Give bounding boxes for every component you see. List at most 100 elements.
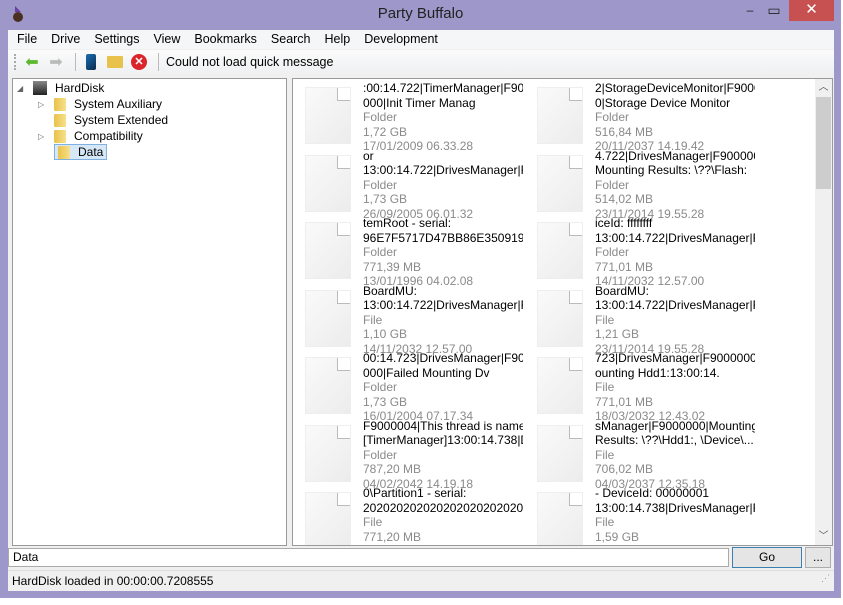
- item-name2: ounting Hdd1:13:00:14.: [595, 365, 720, 380]
- close-button[interactable]: ✕: [789, 0, 834, 21]
- tree-node-system-auxiliary[interactable]: ▷ System Auxiliary: [38, 96, 162, 112]
- menu-settings[interactable]: Settings: [87, 30, 146, 49]
- scroll-down-icon[interactable]: ﹀: [815, 528, 832, 545]
- menu-help[interactable]: Help: [318, 30, 358, 49]
- list-item[interactable]: :00:14.722|TimerManager|F9000 000|Init Ti…: [305, 81, 537, 153]
- item-name1: iceId: ffffffff: [595, 216, 653, 230]
- menu-development[interactable]: Development: [357, 30, 445, 49]
- item-size: 706,02 MB: [595, 462, 654, 476]
- list-item[interactable]: 00:14.723|DrivesManager|F9000 000|Failed …: [305, 351, 537, 423]
- menu-bookmarks[interactable]: Bookmarks: [187, 30, 264, 49]
- item-size: 771,01 MB: [595, 394, 654, 409]
- expand-icon[interactable]: ▷: [38, 132, 48, 141]
- back-arrow-icon[interactable]: ⬅: [22, 52, 42, 72]
- folder-tree: ◢ HardDisk ▷ System Auxiliary System Exten…: [12, 78, 287, 546]
- item-name2: 13:00:14.722|DrivesManager|F...: [363, 163, 523, 177]
- path-input[interactable]: Data: [8, 548, 729, 567]
- list-item[interactable]: temRoot - serial: 96E7F5717D47BB86E350919…: [305, 216, 537, 288]
- item-name1: :00:14.722|TimerManager|F9000: [363, 81, 523, 95]
- item-name1: BoardMU:: [363, 283, 418, 298]
- minimize-button[interactable]: ‒: [740, 0, 760, 21]
- tree-label: Data: [78, 145, 104, 159]
- item-name1: F9000004|This thread is named: [363, 418, 523, 433]
- collapse-icon[interactable]: ◢: [17, 84, 27, 93]
- item-type: File: [595, 312, 615, 327]
- item-size: 771,39 MB: [363, 259, 422, 274]
- resize-grip-icon[interactable]: ⋰: [821, 568, 830, 589]
- app-icon: [13, 6, 23, 22]
- item-type: Folder: [363, 110, 398, 124]
- tree-node-harddisk[interactable]: ◢ HardDisk: [17, 80, 104, 96]
- item-size: 516,84 MB: [595, 124, 654, 139]
- list-item[interactable]: F9000004|This thread is named [TimerManag…: [305, 418, 537, 491]
- item-size: 787,20 MB: [363, 462, 422, 476]
- list-item[interactable]: BoardMU: 13:00:14.722|DrivesManager|F... F…: [537, 284, 769, 356]
- list-item[interactable]: or 13:00:14.722|DrivesManager|F... Folder 1…: [305, 148, 537, 221]
- toolbar-grip[interactable]: [14, 54, 16, 70]
- menu-drive[interactable]: Drive: [44, 30, 87, 49]
- forward-arrow-icon[interactable]: ➡: [46, 52, 66, 72]
- list-item[interactable]: 4.722|DrivesManager|F9000000| Mounting Re…: [537, 148, 769, 221]
- item-name2: 13:00:14.722|DrivesManager|F...: [595, 298, 755, 312]
- folder-icon: [54, 113, 66, 127]
- file-icon: [537, 424, 583, 482]
- list-item[interactable]: sManager|F9000000|Mounting Results: \??\H…: [537, 418, 769, 491]
- file-icon: [305, 154, 351, 212]
- item-name1: 4.722|DrivesManager|F9000000|: [595, 148, 755, 163]
- item-type: Folder: [363, 177, 398, 192]
- menu-file[interactable]: File: [10, 30, 44, 49]
- tree-node-compatibility[interactable]: ▷ Compatibility: [38, 128, 143, 144]
- list-item[interactable]: 0\Partition1 - serial: 202020202020202020…: [305, 486, 537, 545]
- item-name1: or: [363, 148, 374, 163]
- vertical-scrollbar[interactable]: ︿ ﹀: [815, 79, 832, 545]
- menu-search[interactable]: Search: [264, 30, 318, 49]
- toolbar-separator: [158, 53, 159, 71]
- item-type: File: [363, 515, 383, 529]
- item-name1: - DeviceId: 00000001: [595, 486, 710, 500]
- item-size: 1,59 GB: [595, 529, 640, 544]
- item-name1: temRoot - serial:: [363, 216, 452, 230]
- item-size: 1,73 GB: [363, 394, 408, 409]
- item-size: 771,01 MB: [595, 259, 654, 274]
- item-type: File: [363, 312, 383, 327]
- scrollbar-thumb[interactable]: [816, 97, 831, 189]
- list-item[interactable]: 723|DrivesManager|F9000000|M ounting Hdd1…: [537, 351, 769, 423]
- maximize-button[interactable]: ▭: [764, 0, 784, 21]
- folder-icon: [54, 129, 66, 143]
- item-size: 514,02 MB: [595, 192, 654, 206]
- item-name2: 0|Storage Device Monitor: [595, 95, 731, 110]
- device-icon[interactable]: [81, 52, 101, 72]
- item-name2: 13:00:14.738|DrivesManager|F9: [595, 500, 755, 515]
- item-name1: 723|DrivesManager|F9000000|M: [595, 351, 755, 365]
- list-item[interactable]: - DeviceId: 00000001 13:00:14.738|DrivesM…: [537, 486, 769, 545]
- menu-view[interactable]: View: [147, 30, 188, 49]
- item-type: File: [595, 515, 615, 529]
- expand-icon[interactable]: ▷: [38, 100, 48, 109]
- list-item[interactable]: BoardMU: 13:00:14.722|DrivesManager|F... F…: [305, 283, 537, 356]
- file-icon: [537, 357, 583, 414]
- quick-message: Could not load quick message: [166, 55, 334, 69]
- item-type: Folder: [595, 110, 630, 124]
- scroll-up-icon[interactable]: ︿: [815, 79, 832, 96]
- item-name2: 000|Init Timer Manag: [363, 95, 476, 110]
- tree-label: System Extended: [74, 113, 169, 127]
- go-button[interactable]: Go: [732, 547, 802, 568]
- status-text: HardDisk loaded in 00:00:00.7208555: [12, 574, 214, 588]
- item-name2: 13:00:14.722|DrivesManager|F...: [595, 230, 755, 245]
- file-icon: [305, 87, 351, 144]
- list-item[interactable]: 2|StorageDeviceMonitor|F9000000|Storage …: [537, 81, 769, 153]
- item-name2: Mounting Results: \??\Flash:: [595, 163, 748, 177]
- file-icon: [537, 154, 583, 212]
- tree-node-data[interactable]: Data: [38, 144, 108, 160]
- error-icon[interactable]: ✕: [129, 52, 149, 72]
- item-name1: sManager|F9000000|Mounting: [595, 418, 755, 433]
- item-name2: Results: \??\Hdd1:, \Device\...: [595, 433, 754, 447]
- browse-button[interactable]: ...: [805, 547, 831, 568]
- item-size: 771,20 MB: [363, 529, 422, 544]
- list-item[interactable]: iceId: ffffffff 13:00:14.722|DrivesManage…: [537, 216, 769, 288]
- open-folder-icon[interactable]: [105, 52, 125, 72]
- tree-label: Compatibility: [74, 129, 143, 143]
- tree-node-system-extended[interactable]: System Extended: [38, 112, 168, 128]
- item-type: Folder: [595, 245, 630, 259]
- file-icon: [537, 222, 583, 279]
